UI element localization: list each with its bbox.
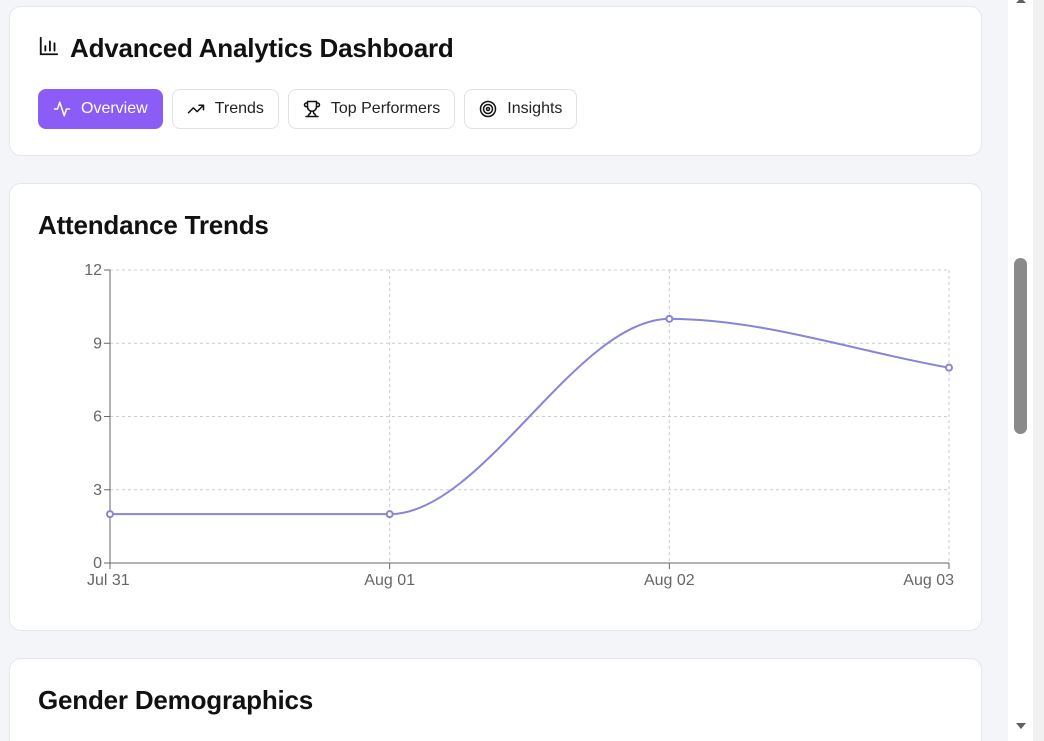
page-title: Advanced Analytics Dashboard <box>70 32 454 63</box>
tab-label: Overview <box>81 100 148 117</box>
y-tick-label: 0 <box>93 555 102 572</box>
attendance-card: Attendance Trends 0 3 6 9 12 Jul 31 Aug 01 Aug … <box>9 183 982 631</box>
tab-bar: Overview Trends Top Performers Insights <box>38 89 578 129</box>
data-point <box>385 510 394 519</box>
attendance-series-line <box>110 317 950 516</box>
trophy-icon <box>303 100 321 118</box>
tab-trends[interactable]: Trends <box>171 89 279 129</box>
y-tick-label: 3 <box>93 482 102 499</box>
scrollbar-track[interactable] <box>1033 0 1044 741</box>
scrollbar-thumb[interactable] <box>1014 258 1027 434</box>
y-tick-label: 12 <box>84 262 102 279</box>
tab-top-performers[interactable]: Top Performers <box>287 89 456 129</box>
activity-icon <box>53 100 71 118</box>
header-card: Advanced Analytics Dashboard Overview Tr… <box>9 6 982 156</box>
y-tick-label: 6 <box>93 409 102 426</box>
dashboard-page: Advanced Analytics Dashboard Overview Tr… <box>0 0 1008 741</box>
attendance-line-chart: 0 3 6 9 12 Jul 31 Aug 01 Aug 02 Aug 03 <box>84 262 954 589</box>
x-tick-label: Aug 02 <box>644 572 695 589</box>
x-tick-label: Aug 01 <box>364 572 415 589</box>
x-tick-label: Jul 31 <box>87 572 130 589</box>
x-tick-label: Aug 03 <box>903 572 954 589</box>
target-icon <box>479 100 497 118</box>
data-point <box>665 314 674 323</box>
data-point <box>945 363 953 372</box>
trending-up-icon <box>187 100 205 118</box>
tab-insights[interactable]: Insights <box>464 89 578 129</box>
tab-overview[interactable]: Overview <box>38 89 163 129</box>
scroll-up-arrow[interactable] <box>1013 0 1029 12</box>
tab-label: Top Performers <box>330 100 441 117</box>
tab-label: Insights <box>507 100 563 117</box>
scroll-down-arrow[interactable] <box>1013 720 1029 732</box>
bar-chart-icon <box>38 35 60 62</box>
gender-title: Gender Demographics <box>38 685 314 715</box>
gender-card: Gender Demographics <box>9 658 982 741</box>
title-row: Advanced Analytics Dashboard <box>38 33 454 63</box>
y-tick-label: 9 <box>93 335 102 352</box>
tab-label: Trends <box>214 100 264 117</box>
data-point <box>106 510 114 519</box>
